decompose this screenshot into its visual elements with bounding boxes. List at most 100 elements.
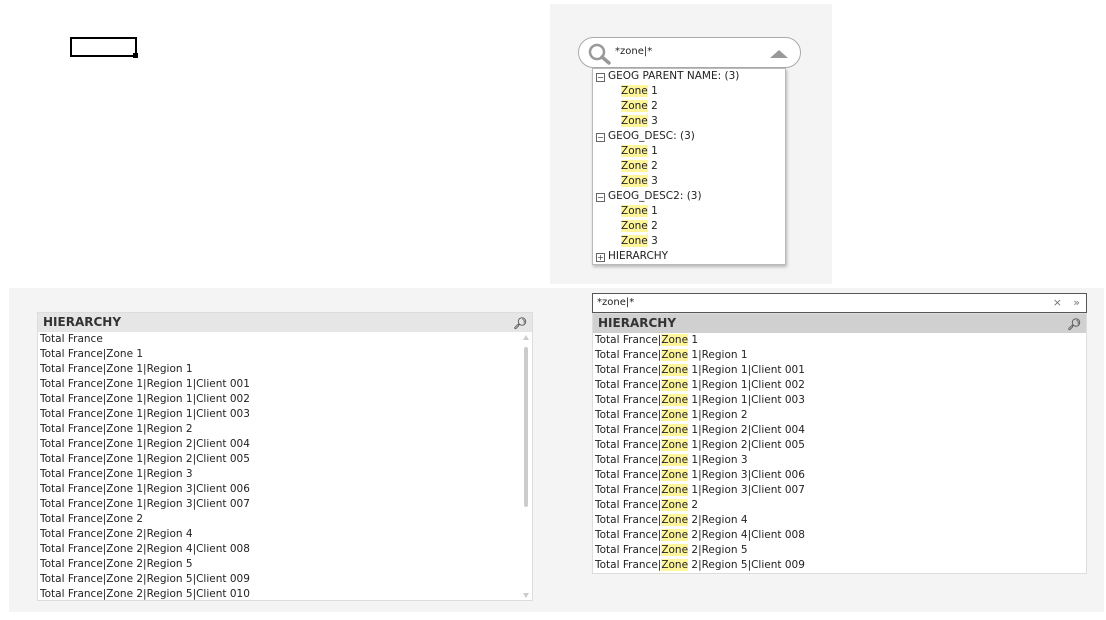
item-prefix: Total France| [595,514,662,526]
item-prefix: Total France| [595,484,662,496]
search-value[interactable]: *zone|* [597,297,634,308]
collapse-icon[interactable]: − [596,73,605,82]
match-highlight: Zone [621,160,648,172]
collapse-icon[interactable]: − [596,193,605,202]
match-highlight: Zone [661,394,689,406]
list-item[interactable]: Total France|Zone 2 [38,512,532,527]
list-item[interactable]: Total France|Zone 1|Region 1|Client 003 [593,393,1086,408]
list-item[interactable]: Total France|Zone 2|Region 5 [593,543,1086,558]
listbox-title: HIERARCHY [43,315,122,329]
item-prefix: Total France| [595,334,662,346]
list-item[interactable]: Total France|Zone 2|Region 5|Client 009 [38,572,532,587]
list-item[interactable]: Total France|Zone 2|Region 5|Client 009 [593,558,1086,573]
list-item[interactable]: Total France|Zone 2|Region 4 [38,527,532,542]
more-icon[interactable]: » [1073,294,1080,312]
item-prefix: Total France| [595,544,662,556]
clear-icon[interactable]: × [1053,294,1062,312]
match-highlight: Zone [661,364,689,376]
item-prefix: Total France| [595,454,662,466]
scroll-up-icon[interactable] [523,335,529,340]
selected-empty-object[interactable] [70,37,138,58]
group-label: HIERARCHY [608,250,669,262]
list-item[interactable]: Total France|Zone 1|Region 1|Client 001 [593,363,1086,378]
collapse-icon[interactable]: − [596,133,605,142]
list-item[interactable]: Total France|Zone 1|Region 3 [593,453,1086,468]
collapse-arrow-icon[interactable] [770,50,788,58]
list-item[interactable]: Total France|Zone 1|Region 1|Client 001 [38,377,532,392]
item-prefix: Total France| [595,469,662,481]
list-item[interactable]: Total France|Zone 1|Region 2 [38,422,532,437]
list-item[interactable]: Total France|Zone 2|Region 5|Client 010 [38,587,532,600]
listbox-header[interactable]: HIERARCHY 🔎︎ [38,313,532,332]
expand-icon[interactable]: + [596,253,605,262]
search-query[interactable]: *zone|* [615,46,652,57]
item-suffix: 1|Region 1|Client 003 [688,394,805,406]
result-item[interactable]: Zone 1 [593,204,785,219]
list-item[interactable]: Total France|Zone 1|Region 3|Client 007 [38,497,532,512]
item-rest: 1 [647,145,658,157]
list-item[interactable]: Total France|Zone 1|Region 1|Client 002 [38,392,532,407]
list-item[interactable]: Total France|Zone 1|Region 2 [593,408,1086,423]
result-item[interactable]: Zone 2 [593,219,785,234]
list-item[interactable]: Total France|Zone 2|Region 4 [593,513,1086,528]
result-item[interactable]: Zone 1 [593,84,785,99]
item-prefix: Total France| [595,424,662,436]
listbox-header[interactable]: HIERARCHY 🔎︎ [593,314,1086,333]
list-item[interactable]: Total France|Zone 1|Region 1|Client 003 [38,407,532,422]
match-highlight: Zone [661,379,689,391]
item-prefix: Total France| [595,349,662,361]
item-suffix: 1|Region 2 [688,409,748,421]
result-item[interactable]: Zone 3 [593,114,785,129]
match-highlight: Zone [661,424,689,436]
list-item[interactable]: Total France|Zone 2|Region 4|Client 008 [593,528,1086,543]
result-item[interactable]: Zone 3 [593,234,785,249]
list-item[interactable]: Total France|Zone 1|Region 2|Client 004 [38,437,532,452]
search-icon[interactable]: 🔎︎ [1067,315,1081,334]
list-item[interactable]: Total France|Zone 1|Region 3 [38,467,532,482]
list-item[interactable]: Total France|Zone 1|Region 2|Client 005 [38,452,532,467]
list-item[interactable]: Total France|Zone 1|Region 2|Client 005 [593,438,1086,453]
match-highlight: Zone [621,145,648,157]
search-object-input[interactable]: *zone|* [578,37,801,68]
list-item[interactable]: Total France|Zone 2|Region 4|Client 008 [38,542,532,557]
item-suffix: 1|Region 3|Client 006 [688,469,805,481]
item-rest: 2 [647,100,658,112]
match-highlight: Zone [661,514,689,526]
item-suffix: 2|Region 5|Client 009 [688,559,805,571]
match-highlight: Zone [661,439,689,451]
match-highlight: Zone [661,349,689,361]
list-item[interactable]: Total France|Zone 1|Region 3|Client 006 [593,468,1086,483]
match-highlight: Zone [661,454,689,466]
match-highlight: Zone [621,235,648,247]
result-group-header[interactable]: − GEOG PARENT NAME: (3) [593,69,785,84]
list-item[interactable]: Total France|Zone 1|Region 3|Client 006 [38,482,532,497]
scroll-thumb[interactable] [524,347,528,507]
item-prefix: Total France| [595,394,662,406]
result-item[interactable]: Zone 3 [593,174,785,189]
list-item[interactable]: Total France|Zone 1|Region 3|Client 007 [593,483,1086,498]
list-item[interactable]: Total France|Zone 1|Region 1|Client 002 [593,378,1086,393]
list-item[interactable]: Total France|Zone 1|Region 1 [38,362,532,377]
result-group-header[interactable]: + HIERARCHY [593,249,785,264]
result-group-header[interactable]: − GEOG_DESC: (3) [593,129,785,144]
list-item[interactable]: Total France [38,332,532,347]
result-group-header[interactable]: − GEOG_DESC2: (3) [593,189,785,204]
scrollbar[interactable] [523,335,529,598]
list-item[interactable]: Total France|Zone 2|Region 5 [38,557,532,572]
list-item[interactable]: Total France|Zone 1|Region 1 [593,348,1086,363]
result-item[interactable]: Zone 2 [593,159,785,174]
group-label: GEOG_DESC2: (3) [608,190,702,202]
item-rest: 3 [647,115,658,127]
match-highlight: Zone [661,409,689,421]
result-item[interactable]: Zone 1 [593,144,785,159]
search-icon[interactable]: 🔎︎ [513,314,527,333]
list-item[interactable]: Total France|Zone 1|Region 2|Client 004 [593,423,1086,438]
scroll-down-icon[interactable] [523,593,529,598]
list-item[interactable]: Total France|Zone 2 [593,498,1086,513]
match-highlight: Zone [621,100,648,112]
list-item[interactable]: Total France|Zone 1 [593,333,1086,348]
listbox-search-input[interactable]: *zone|* × » [592,293,1087,313]
result-item[interactable]: Zone 2 [593,99,785,114]
resize-handle[interactable] [133,53,138,58]
list-item[interactable]: Total France|Zone 1 [38,347,532,362]
